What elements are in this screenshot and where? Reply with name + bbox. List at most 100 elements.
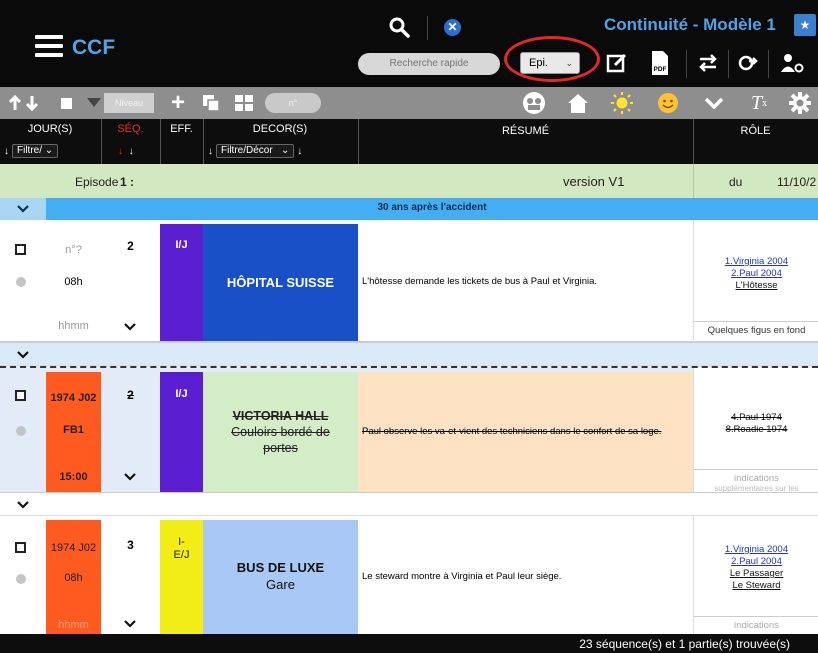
episode-label: Episode [75, 175, 119, 189]
role-link[interactable]: 8.Roadie 1974 [726, 424, 788, 435]
quick-search-input[interactable] [358, 53, 500, 75]
eff-cell[interactable]: I- E/J [160, 520, 203, 634]
jour-filter[interactable]: ↓ Filtre/ ⌄ [4, 143, 59, 159]
role-link[interactable]: Le Steward [732, 580, 780, 591]
role-link[interactable]: L'Hôtesse [736, 280, 778, 291]
gear-icon[interactable] [786, 87, 814, 119]
row-select-cell [0, 220, 46, 342]
role-link[interactable]: 1.Virginia 2004 [725, 544, 788, 555]
hhmm-value: hhmm [58, 619, 89, 631]
row-select-cell [0, 516, 46, 634]
jour-value: n°? [65, 244, 82, 256]
row-checkbox[interactable] [15, 390, 26, 401]
level-field[interactable]: Niveau [104, 93, 154, 113]
hamburger-icon[interactable] [35, 35, 63, 57]
episode-number: 1 : [120, 175, 135, 189]
decor-cell[interactable]: VICTORIA HALL Couloirs bordé de portes [203, 372, 358, 492]
chevron-down-icon[interactable] [0, 198, 46, 220]
resume-cell[interactable]: L'hôtesse demande les tickets de bus à P… [358, 224, 693, 341]
page-title: Continuité - Modèle 1 [604, 15, 776, 34]
role-link[interactable]: 1.Virginia 2004 [725, 256, 788, 267]
plus-icon[interactable]: + [168, 87, 188, 119]
column-seq[interactable]: SÉQ. [101, 123, 160, 135]
secondary-toolbar: Niveau + n° Tx [0, 87, 818, 119]
chevron-down-icon[interactable] [17, 500, 29, 510]
jour-value: 1974 J02 [50, 542, 97, 554]
sequence-row[interactable]: 1974 J02 08h hhmm 3 I- E/J BUS DE LUXE G… [0, 516, 818, 634]
eff-cell[interactable]: I/J [160, 372, 203, 492]
sequence-row[interactable]: 1974 J02 FB1 15:00 2 I/J VICTORIA HALL C… [0, 366, 818, 492]
column-eff[interactable]: EFF. [160, 123, 203, 135]
divider [686, 50, 687, 78]
sort-arrows-icon[interactable] [6, 87, 42, 119]
episode-band: Episode 1 : version V1 du 11/10/2 [0, 164, 818, 198]
smiley-icon[interactable] [654, 87, 682, 119]
part-title: 30 ans après l'accident [377, 202, 487, 213]
hour-value: FB1 [63, 424, 84, 436]
row-select-cell [0, 368, 46, 492]
resume-cell[interactable]: Paul observe les va-et-vient des technic… [358, 372, 693, 492]
clear-icon[interactable]: ✕ [444, 19, 461, 36]
share-icon[interactable] [734, 50, 760, 76]
eff-cell[interactable]: I/J [160, 224, 203, 341]
result-count: 23 séquence(s) et 1 partie(s) trouvée(s) [579, 637, 790, 651]
role-link[interactable]: 2.Paul 2004 [731, 268, 782, 279]
search-icon[interactable] [388, 16, 410, 38]
square-icon[interactable] [58, 87, 74, 119]
chevron-down-icon[interactable] [124, 472, 136, 482]
sun-icon[interactable] [608, 87, 636, 119]
star-icon[interactable]: ★ [794, 14, 816, 36]
seq-cell[interactable]: 3 [101, 516, 160, 634]
decor-cell[interactable]: BUS DE LUXE Gare [203, 520, 358, 634]
column-jour[interactable]: JOUR(S) [10, 123, 90, 135]
column-resume[interactable]: RÉSUMÉ [358, 125, 693, 137]
decor-filter[interactable]: ↓ Filtre/Décor ⌄ ↓ [208, 143, 302, 159]
decor-value: VICTORIA HALL [232, 408, 329, 423]
row-separator [0, 342, 818, 366]
role-link[interactable]: Le Passager [730, 568, 783, 579]
jour-cell[interactable]: 1974 J02 FB1 15:00 [46, 372, 101, 492]
eff-value: I/J [175, 239, 188, 251]
eff-value: I/J [175, 388, 188, 400]
seq-sort[interactable]: ↓ ↓ [118, 143, 134, 159]
seq-cell[interactable]: 2 [101, 368, 160, 492]
seq-cell[interactable]: 2 [101, 220, 160, 342]
pdf-icon[interactable]: PDF [648, 50, 672, 76]
edit-icon[interactable] [604, 50, 630, 76]
chevron-down-icon[interactable] [124, 322, 136, 332]
user-settings-icon[interactable] [778, 50, 808, 76]
people-icon[interactable] [520, 87, 548, 119]
status-bar: 23 séquence(s) et 1 partie(s) trouvée(s) [0, 634, 818, 653]
grid-icon[interactable] [233, 87, 255, 119]
decor-sub: Gare [266, 577, 295, 592]
role-cell[interactable]: 4.Paul 1974 8.Roadie 1974 indications su… [693, 368, 818, 492]
chevron-down-icon[interactable] [17, 350, 29, 360]
jour-cell[interactable]: 1974 J02 08h hhmm [46, 520, 101, 634]
row-checkbox[interactable] [15, 542, 26, 553]
role-footer-text: indications [734, 473, 779, 484]
decor-sub: portes [263, 441, 298, 456]
role-footer: indications supplémentaires sur les [694, 469, 818, 492]
divider [203, 119, 204, 164]
triangle-down-icon[interactable] [86, 87, 102, 119]
row-checkbox[interactable] [15, 244, 26, 255]
clear-format-icon[interactable]: Tx [746, 87, 772, 119]
role-cell[interactable]: 1.Virginia 2004 2.Paul 2004 L'Hôtesse Qu… [693, 220, 818, 342]
role-cell[interactable]: 1.Virginia 2004 2.Paul 2004 Le Passager … [693, 516, 818, 634]
swap-icon[interactable] [695, 50, 721, 76]
number-field[interactable]: n° [265, 93, 321, 113]
resume-cell[interactable]: Le steward montre à Virginia et Paul leu… [358, 520, 693, 634]
column-role[interactable]: RÔLE [693, 125, 818, 137]
home-icon[interactable] [564, 87, 592, 119]
chevron-down-icon[interactable] [700, 87, 728, 119]
decor-sub: Couloirs bordé de [231, 424, 330, 439]
decor-cell[interactable]: HÔPITAL SUISSE [203, 224, 358, 341]
duplicate-icon[interactable] [200, 87, 222, 119]
column-decor[interactable]: DECOR(S) [220, 123, 340, 135]
chevron-down-icon[interactable] [124, 619, 136, 629]
episode-version: version V1 [563, 174, 625, 189]
jour-cell[interactable]: n°? 08h hhmm [46, 220, 101, 342]
role-link[interactable]: 2.Paul 2004 [731, 556, 782, 567]
role-link[interactable]: 4.Paul 1974 [731, 412, 782, 423]
sequence-row[interactable]: n°? 08h hhmm 2 I/J HÔPITAL SUISSE L'hôte… [0, 220, 818, 342]
